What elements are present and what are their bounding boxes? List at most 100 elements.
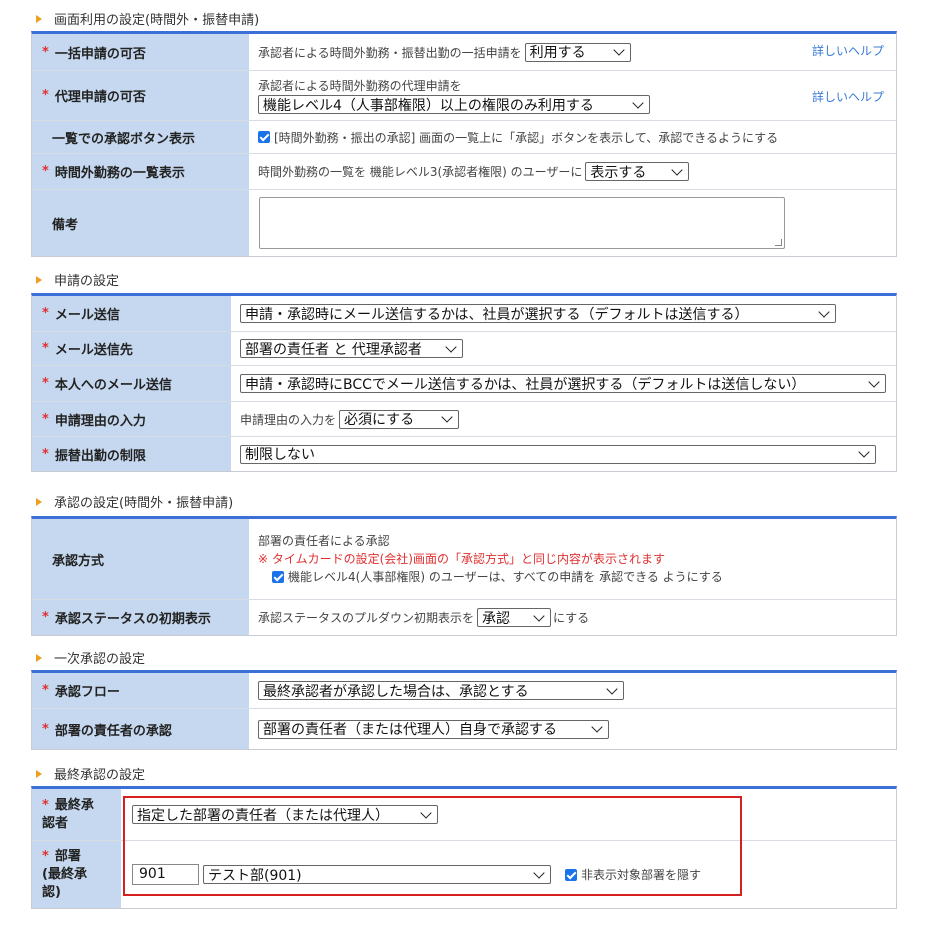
row-value: 承認者による時間外勤務・振替出勤の一括申請を 利用する 詳しいヘルプ <box>249 34 896 70</box>
label-line-2: 認者 <box>42 815 69 831</box>
required-mark: * <box>42 610 49 625</box>
row-value: 時間外勤務の一覧を 機能レベル3(承認者権限) のユーザーに 表示する <box>249 154 896 189</box>
row-flow: * 承認フロー 最終承認者が承認した場合は、承認とする <box>32 673 896 709</box>
row-label: 一覧での承認ボタン表示 <box>32 121 249 153</box>
label-line-1: * 部署 <box>42 848 81 866</box>
row-remarks: 備考 <box>32 190 896 256</box>
row-value: 承認ステータスのプルダウン初期表示を 承認 にする <box>249 600 896 635</box>
section-header-first-approval: 一次承認の設定 <box>36 648 145 667</box>
required-mark: * <box>42 88 49 103</box>
required-mark: * <box>42 411 49 427</box>
flow-select[interactable]: 最終承認者が承認した場合は、承認とする <box>258 681 624 700</box>
select-value: 機能レベル4（人事部権限）以上の権限のみ利用する <box>263 97 594 114</box>
row-proxy: * 代理申請の可否 承認者による時間外勤務の代理申請を 機能レベル4（人事部権限）… <box>32 71 896 121</box>
section-arrow-icon <box>36 275 42 284</box>
row-value: 部署の責任者 と 代理承認者 <box>231 332 896 365</box>
label-line-2: (最終承 <box>42 866 87 882</box>
row-label: 備考 <box>32 190 249 256</box>
select-value: 申請・承認時にメール送信するかは、社員が選択する（デフォルトは送信する） <box>245 306 749 323</box>
label-text: 代理申請の可否 <box>54 90 146 105</box>
highlight-box <box>123 796 742 896</box>
label-text: 部署 <box>54 848 81 864</box>
help-link[interactable]: 詳しいヘルプ <box>812 42 884 59</box>
label-text: 承認方式 <box>52 553 105 569</box>
label-text: メール送信先 <box>54 343 133 358</box>
select-value: 必須にする <box>344 412 415 428</box>
remarks-textarea[interactable] <box>259 197 785 249</box>
chevron-down-icon <box>441 411 453 423</box>
select-value: 利用する <box>529 45 586 61</box>
bulk-text: 承認者による時間外勤務・振替出勤の一括申請を <box>258 45 522 60</box>
chevron-down-icon <box>612 44 625 56</box>
row-value: [時間外勤務・振出の承認] 画面の一覧上に「承認」ボタンを表示して、承認できるよ… <box>249 121 896 153</box>
mail-self-select[interactable]: 申請・承認時にBCCでメール送信するかは、社員が選択する（デフォルトは送信しない… <box>240 374 886 393</box>
label-text: 承認ステータスの初期表示 <box>54 612 211 627</box>
bulk-select[interactable]: 利用する <box>524 42 631 62</box>
required-mark: * <box>42 848 49 864</box>
help-link[interactable]: 詳しいヘルプ <box>812 88 884 105</box>
transfer-limit-select[interactable]: 制限しない <box>240 444 876 464</box>
select-value: 制限しない <box>245 447 315 463</box>
required-mark: * <box>42 797 49 813</box>
status-text: 承認ステータスのプルダウン初期表示を <box>258 611 475 625</box>
row-mail-self: * 本人へのメール送信 申請・承認時にBCCでメール送信するかは、社員が選択する（… <box>32 366 896 402</box>
method-checkbox[interactable] <box>272 571 284 583</box>
row-label: * メール送信先 <box>32 332 231 365</box>
label-text: 本人へのメール送信 <box>54 378 172 393</box>
section-title: 承認の設定(時間外・振替申請) <box>54 496 234 511</box>
row-value: 申請理由の入力を 必須にする <box>231 402 896 436</box>
mail-select[interactable]: 申請・承認時にメール送信するかは、社員が選択する（デフォルトは送信する） <box>240 304 836 323</box>
chevron-down-icon <box>591 721 603 733</box>
required-mark: * <box>42 306 49 321</box>
chevron-down-icon <box>858 446 870 458</box>
label-text: 申請理由の入力 <box>54 413 146 429</box>
list-button-checkbox[interactable] <box>258 131 270 143</box>
label-text: 振替出勤の制限 <box>54 448 146 464</box>
select-value: 部署の責任者 と 代理承認者 <box>245 341 422 358</box>
section-arrow-icon <box>36 497 42 506</box>
section-header-final-approval: 最終承認の設定 <box>36 764 145 783</box>
row-value: 最終承認者が承認した場合は、承認とする <box>249 673 896 708</box>
row-label: * 申請理由の入力 <box>32 402 231 436</box>
method-note: ※ タイムカードの設定(会社)画面の「承認方式」と同じ内容が表示されます <box>258 552 665 566</box>
row-overtime-list: * 時間外勤務の一覧表示 時間外勤務の一覧を 機能レベル3(承認者権限) のユーザ… <box>32 154 896 190</box>
proxy-select[interactable]: 機能レベル4（人事部権限）以上の権限のみ利用する <box>258 95 650 114</box>
mail-to-select[interactable]: 部署の責任者 と 代理承認者 <box>240 339 463 358</box>
row-value: 制限しない <box>231 437 896 471</box>
row-transfer-limit: * 振替出勤の制限 制限しない <box>32 437 896 471</box>
screen-usage-table: * 一括申請の可否 承認者による時間外勤務・振替出勤の一括申請を 利用する 詳しい… <box>31 31 897 257</box>
row-value: 承認者による時間外勤務の代理申請を 機能レベル4（人事部権限）以上の権限のみ利用… <box>249 71 896 120</box>
row-bulk: * 一括申請の可否 承認者による時間外勤務・振替出勤の一括申請を 利用する 詳しい… <box>32 34 896 71</box>
list-button-text: [時間外勤務・振出の承認] 画面の一覧上に「承認」ボタンを表示して、承認できるよ… <box>274 130 779 145</box>
overtime-list-select[interactable]: 表示する <box>585 162 690 181</box>
required-mark: * <box>42 683 49 698</box>
required-mark: * <box>42 164 49 179</box>
chevron-down-icon <box>632 96 644 109</box>
select-value: 承認 <box>482 610 511 627</box>
reason-select[interactable]: 必須にする <box>339 409 460 429</box>
overtime-list-text: 時間外勤務の一覧を 機能レベル3(承認者権限) のユーザーに <box>258 165 583 179</box>
section-title: 申請の設定 <box>54 274 120 289</box>
chevron-down-icon <box>818 305 830 318</box>
required-mark: * <box>42 341 49 356</box>
status-suffix: にする <box>553 611 590 625</box>
row-manager: * 部署の責任者の承認 部署の責任者（または代理人）自身で承認する <box>32 709 896 749</box>
manager-select[interactable]: 部署の責任者（または代理人）自身で承認する <box>258 719 609 739</box>
required-mark: * <box>42 44 49 60</box>
row-method: 承認方式 部署の責任者による承認 ※ タイムカードの設定(会社)画面の「承認方式… <box>32 519 896 600</box>
section-title: 一次承認の設定 <box>54 652 146 667</box>
row-value: 申請・承認時にメール送信するかは、社員が選択する（デフォルトは送信する） <box>231 296 896 331</box>
section-arrow-icon <box>36 653 42 662</box>
reason-text: 申請理由の入力を <box>240 412 337 427</box>
section-header-application: 申請の設定 <box>36 270 119 289</box>
method-check-text: 機能レベル4(人事部権限) のユーザーは、すべての申請を 承認できる ようにする <box>288 570 723 584</box>
row-value: 部署の責任者による承認 ※ タイムカードの設定(会社)画面の「承認方式」と同じ内… <box>249 519 896 599</box>
chevron-down-icon <box>671 163 684 176</box>
row-status: * 承認ステータスの初期表示 承認ステータスのプルダウン初期表示を 承認 にする <box>32 600 896 635</box>
row-mail-to: * メール送信先 部署の責任者 と 代理承認者 <box>32 332 896 366</box>
status-select[interactable]: 承認 <box>477 608 552 627</box>
row-label: * 振替出勤の制限 <box>32 437 231 471</box>
label-text: 備考 <box>52 217 79 233</box>
label-text: 時間外勤務の一覧表示 <box>54 166 185 181</box>
row-reason: * 申請理由の入力 申請理由の入力を 必須にする <box>32 402 896 437</box>
